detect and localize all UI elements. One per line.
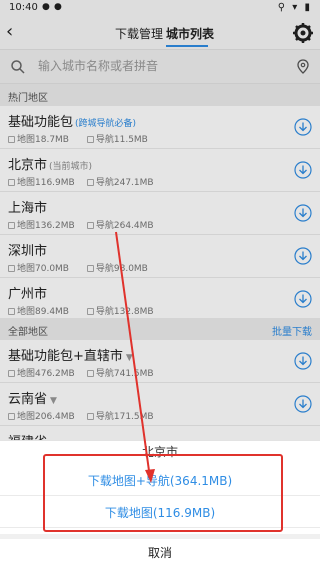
- sheet-divider: [0, 534, 320, 539]
- annotation-highlight-box: [43, 454, 283, 532]
- cancel-button[interactable]: 取消: [0, 540, 320, 568]
